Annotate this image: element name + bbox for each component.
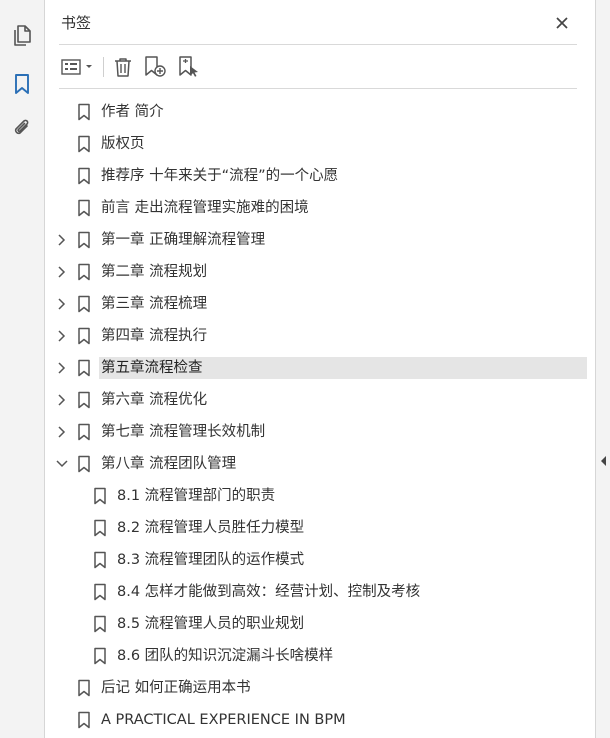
bookmark-label: 前言 走出流程管理实施难的困境	[101, 200, 309, 216]
bookmark-item[interactable]: 8.1 流程管理部门的职责	[45, 480, 595, 512]
bookmark-label: 第七章 流程管理长效机制	[101, 424, 266, 440]
bookmark-item[interactable]: 第八章 流程团队管理	[45, 448, 595, 480]
chevron-right-icon[interactable]	[55, 264, 69, 280]
bookmark-item[interactable]: 8.2 流程管理人员胜任力模型	[45, 512, 595, 544]
bookmark-item[interactable]: A PRACTICAL EXPERIENCE IN BPM	[45, 704, 595, 736]
bookmark-icon	[77, 295, 91, 313]
bookmark-item[interactable]: 第三章 流程梳理	[45, 288, 595, 320]
chevron-right-icon[interactable]	[55, 392, 69, 408]
chevron-down-icon[interactable]	[55, 456, 69, 472]
bookmarks-toolbar	[59, 52, 579, 82]
bookmark-label: 第六章 流程优化	[101, 392, 208, 408]
bookmark-from-structure-icon	[179, 56, 198, 77]
attachments-icon[interactable]	[8, 115, 36, 143]
delete-bookmark-icon	[115, 58, 131, 77]
bookmark-label: 8.3 流程管理团队的运作模式	[117, 552, 305, 568]
options-menu-button[interactable]	[59, 53, 97, 81]
bookmark-icon	[77, 263, 91, 281]
bookmark-icon	[93, 647, 107, 665]
bookmark-item[interactable]: 推荐序 十年来关于“流程”的一个心愿	[45, 160, 595, 192]
chevron-right-icon[interactable]	[55, 360, 69, 376]
bookmark-label: A PRACTICAL EXPERIENCE IN BPM	[101, 712, 346, 728]
chevron-right-icon[interactable]	[55, 232, 69, 248]
bookmark-label: 8.6 团队的知识沉淀漏斗长啥模样	[117, 648, 334, 664]
bookmark-item[interactable]: 8.4 怎样才能做到高效：经营计划、控制及考核	[45, 576, 595, 608]
bookmark-from-structure-button[interactable]	[177, 53, 203, 81]
bookmark-item[interactable]: 8.6 团队的知识沉淀漏斗长啥模样	[45, 640, 595, 672]
bookmark-item[interactable]: 版权页	[45, 128, 595, 160]
chevron-right-icon[interactable]	[55, 328, 69, 344]
bookmark-icon	[93, 551, 107, 569]
bookmark-label: 第四章 流程执行	[101, 328, 208, 344]
bookmark-item[interactable]: 后记 如何正确运用本书	[45, 672, 595, 704]
bookmark-label: 第一章 正确理解流程管理	[101, 232, 266, 248]
options-menu-icon	[61, 59, 92, 75]
bookmark-item[interactable]: 8.5 流程管理人员的职业规划	[45, 608, 595, 640]
bookmarks-icon[interactable]	[8, 70, 36, 98]
bookmark-icon	[93, 583, 107, 601]
bookmark-icon	[77, 199, 91, 217]
bookmark-icon	[93, 615, 107, 633]
bookmark-label: 版权页	[101, 136, 145, 152]
bookmark-item[interactable]: 第一章 正确理解流程管理	[45, 224, 595, 256]
bookmark-icon	[77, 135, 91, 153]
bookmark-item[interactable]: 8.3 流程管理团队的运作模式	[45, 544, 595, 576]
bookmark-icon	[77, 167, 91, 185]
bookmark-label: 8.5 流程管理人员的职业规划	[117, 616, 305, 632]
collapse-panel-icon	[601, 456, 606, 466]
left-tool-rail	[0, 0, 45, 738]
bookmark-icon	[77, 423, 91, 441]
bookmark-label: 第五章流程检查	[99, 357, 587, 379]
bookmark-icon	[77, 711, 91, 729]
bookmark-label: 推荐序 十年来关于“流程”的一个心愿	[101, 168, 339, 184]
panel-title: 书签	[61, 14, 92, 32]
bookmark-label: 第二章 流程规划	[101, 264, 208, 280]
toolbar-divider	[59, 88, 577, 89]
pages-icon[interactable]	[8, 22, 36, 50]
close-panel-button[interactable]	[551, 12, 573, 34]
bookmark-item[interactable]: 第二章 流程规划	[45, 256, 595, 288]
bookmark-label: 第三章 流程梳理	[101, 296, 208, 312]
bookmark-item[interactable]: 第六章 流程优化	[45, 384, 595, 416]
bookmark-icon	[77, 391, 91, 409]
bookmark-label: 8.4 怎样才能做到高效：经营计划、控制及考核	[117, 584, 421, 600]
bookmark-label: 第八章 流程团队管理	[101, 456, 237, 472]
bookmark-icon	[77, 455, 91, 473]
bookmark-item[interactable]: 第五章流程检查	[45, 352, 595, 384]
bookmark-label: 8.2 流程管理人员胜任力模型	[117, 520, 305, 536]
bookmark-item[interactable]: 第四章 流程执行	[45, 320, 595, 352]
new-bookmark-icon	[145, 56, 166, 77]
chevron-right-icon[interactable]	[55, 296, 69, 312]
bookmark-icon	[93, 519, 107, 537]
close-icon	[556, 17, 568, 29]
chevron-right-icon[interactable]	[55, 424, 69, 440]
bookmark-item[interactable]: 作者 简介	[45, 96, 595, 128]
bookmarks-panel: 书签 作者 简介 版权页 推荐序 十年来关于“流程”的一个心愿 前言 走出流程管…	[45, 0, 595, 738]
bookmark-item[interactable]: 第七章 流程管理长效机制	[45, 416, 595, 448]
bookmark-icon	[77, 359, 91, 377]
bookmark-label: 后记 如何正确运用本书	[101, 680, 251, 696]
bookmark-icon	[93, 487, 107, 505]
bookmark-item[interactable]: 前言 走出流程管理实施难的困境	[45, 192, 595, 224]
header-divider	[59, 44, 577, 45]
bookmark-icon	[77, 327, 91, 345]
right-collapse-rail[interactable]	[595, 0, 610, 738]
delete-bookmark-button[interactable]	[111, 53, 135, 81]
toolbar-separator	[103, 57, 104, 77]
new-bookmark-button[interactable]	[143, 53, 169, 81]
bookmark-tree: 作者 简介版权页推荐序 十年来关于“流程”的一个心愿 前言 走出流程管理实施难的困…	[45, 96, 595, 736]
bookmark-icon	[77, 679, 91, 697]
bookmark-label: 作者 简介	[101, 104, 164, 120]
bookmark-icon	[77, 103, 91, 121]
bookmark-label: 8.1 流程管理部门的职责	[117, 488, 276, 504]
bookmark-icon	[77, 231, 91, 249]
